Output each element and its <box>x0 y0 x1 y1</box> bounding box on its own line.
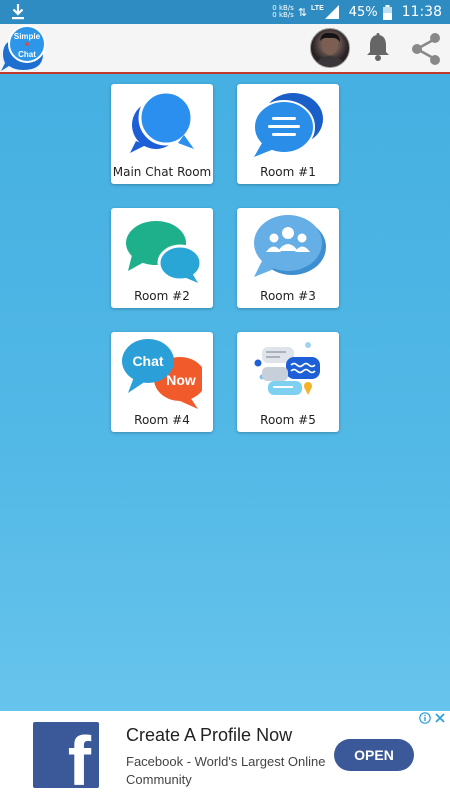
room-tile-1[interactable]: Room #1 <box>237 84 339 184</box>
colorful-messages-icon <box>254 342 320 395</box>
ad-close-icon[interactable] <box>434 712 446 724</box>
message-lines-bubble-icon <box>253 93 323 157</box>
bell-icon[interactable] <box>363 32 393 62</box>
facebook-logo-letter: f <box>67 722 91 788</box>
room-label: Room #2 <box>134 289 190 303</box>
signal-icon <box>324 5 339 19</box>
status-bar-right: 0 kB/s 0 kB/s ⇅ LTE 45% 11:38 <box>272 0 442 24</box>
room-label: Room #4 <box>134 413 190 427</box>
data-transfer-icon: ⇅ <box>297 6 308 19</box>
ad-title: Create A Profile Now <box>126 725 293 745</box>
ad-banner[interactable]: f Create A Profile Now Facebook - World'… <box>0 711 450 800</box>
now-bubble-text: Now <box>166 372 196 388</box>
room-label: Main Chat Room <box>112 165 212 179</box>
ad-open-button[interactable]: OPEN <box>334 739 414 771</box>
room-tile-5[interactable]: Room #5 <box>237 332 339 432</box>
room-tile-3[interactable]: Room #3 <box>237 208 339 308</box>
room-tile-main-chat[interactable]: Main Chat Room <box>111 84 213 184</box>
status-bar: 0 kB/s 0 kB/s ⇅ LTE 45% 11:38 <box>0 0 450 24</box>
double-speech-bubble-icon <box>130 90 194 153</box>
app-logo[interactable]: Simple Chat <box>1 24 49 72</box>
app-screen: 0 kB/s 0 kB/s ⇅ LTE 45% 11:38 Simple Cha… <box>0 0 450 800</box>
room-label: Room #1 <box>260 165 316 179</box>
download-icon <box>12 4 24 20</box>
logo-text-line1: Simple <box>13 32 41 41</box>
battery-percent: 45% <box>348 4 378 20</box>
room-tile-2[interactable]: Room #2 <box>111 208 213 308</box>
clock: 11:38 <box>401 4 442 20</box>
room-label: Room #3 <box>260 289 316 303</box>
net-speed-down: 0 kB/s <box>272 11 294 19</box>
chat-now-bubbles-icon: Chat Now <box>122 339 202 409</box>
network-speed: 0 kB/s 0 kB/s <box>272 5 294 19</box>
room-label: Room #5 <box>260 413 316 427</box>
logo-text-line2: Chat <box>18 50 36 59</box>
share-icon[interactable] <box>408 31 444 67</box>
room-tile-4[interactable]: Chat Now Room #4 <box>111 332 213 432</box>
app-bar: Simple Chat <box>0 24 450 74</box>
ad-body: Facebook - World's Largest Online Commun… <box>126 754 326 787</box>
network-type: LTE <box>311 4 324 12</box>
ad-info-icon[interactable] <box>419 712 431 724</box>
user-photo <box>315 32 345 67</box>
group-bubble-icon <box>254 215 326 277</box>
chat-bubble-text: Chat <box>132 353 163 369</box>
user-avatar[interactable] <box>310 28 350 68</box>
green-teal-bubbles-icon <box>126 221 202 283</box>
battery-icon <box>382 4 392 20</box>
facebook-logo: f <box>33 722 99 788</box>
